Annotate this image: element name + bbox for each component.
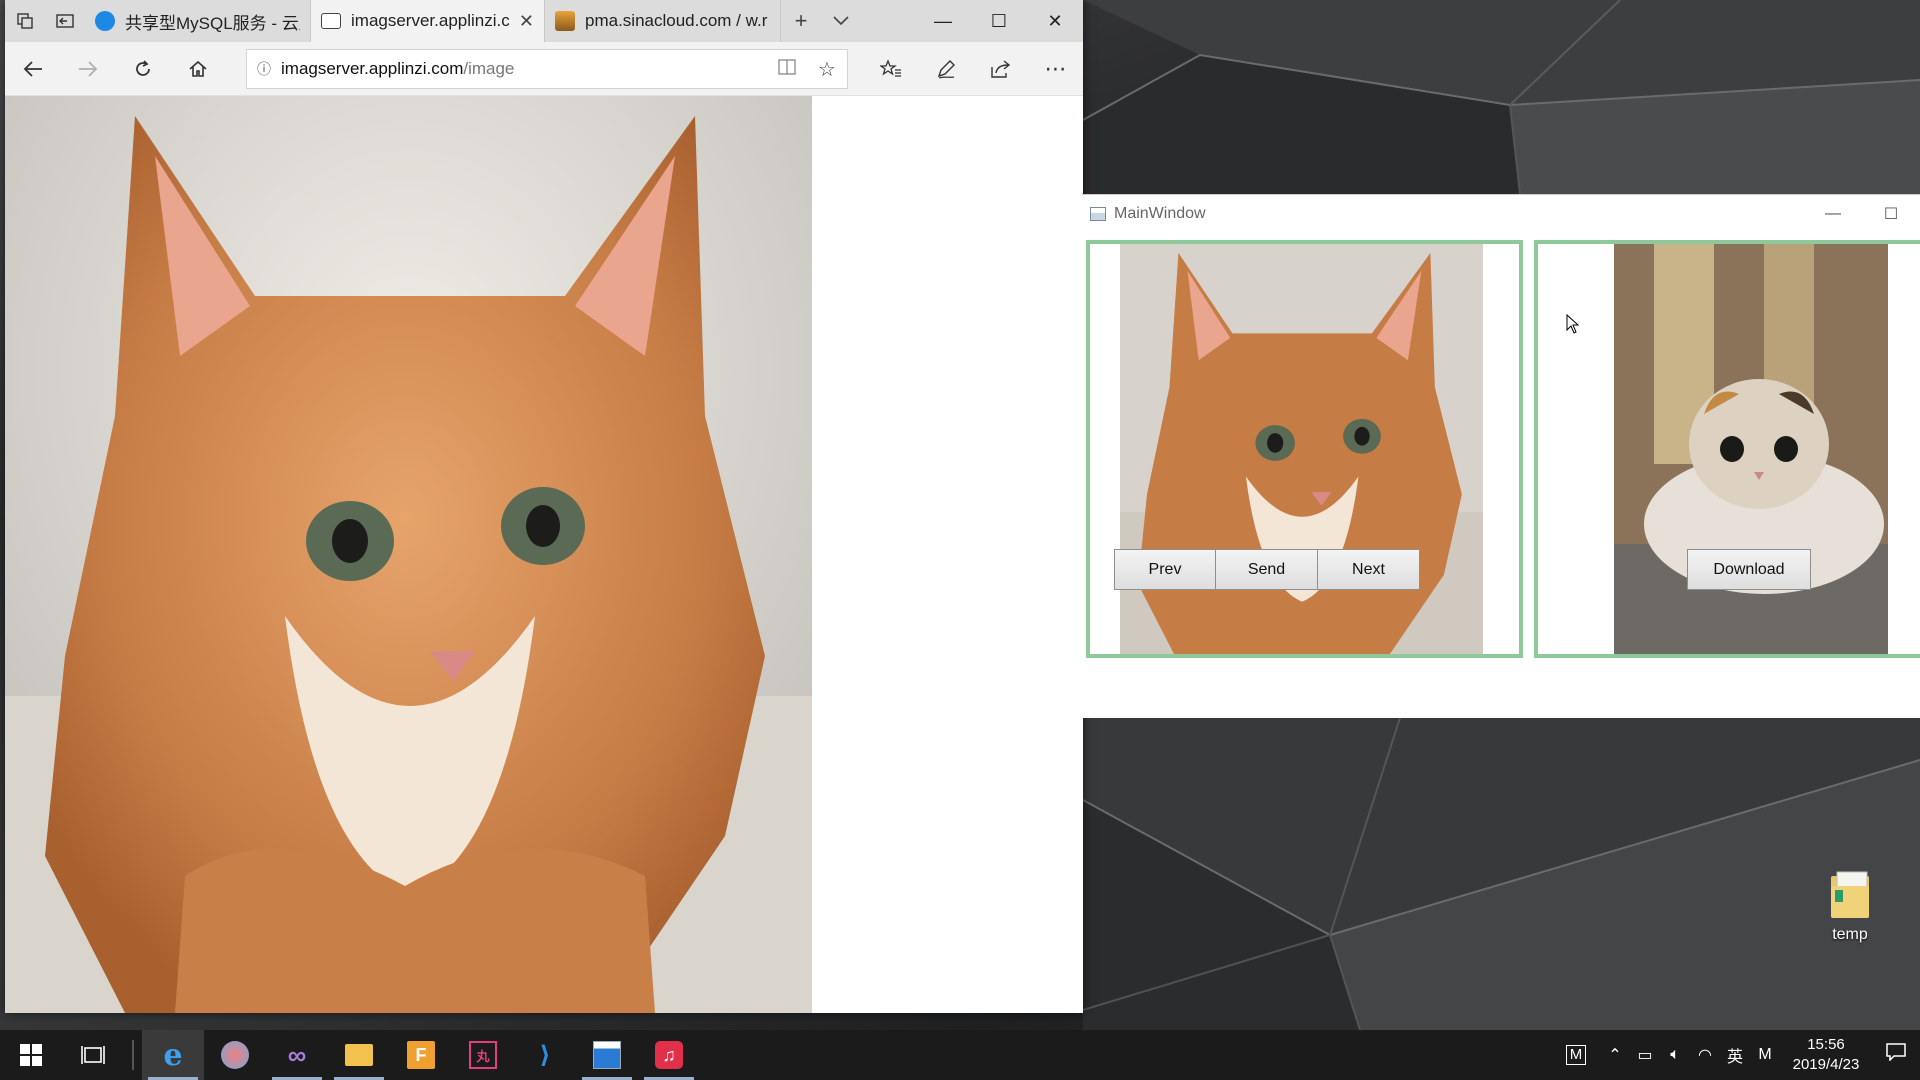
tab-bar: 共享型MySQL服务 - 云应 imagserver.applinzi.c ✕ …: [5, 0, 1083, 42]
favorites-hub-icon[interactable]: [863, 42, 918, 96]
taskbar-wpf-app[interactable]: [576, 1030, 638, 1080]
taskbar-app-paint[interactable]: [204, 1030, 266, 1080]
scottish-fold-thumbnail: [1614, 244, 1888, 654]
taskbar-foxit[interactable]: F: [390, 1030, 452, 1080]
battery-icon[interactable]: ▭: [1630, 1045, 1660, 1065]
home-icon[interactable]: [170, 42, 225, 96]
favorite-star-icon[interactable]: ☆: [807, 57, 847, 82]
tab-label: imagserver.applinzi.c: [351, 11, 509, 30]
clock-time: 15:56: [1807, 1036, 1845, 1053]
maximize-icon[interactable]: ☐: [1862, 195, 1920, 232]
pdf-app-icon: ♫: [655, 1041, 683, 1069]
folder-icon: [1829, 870, 1871, 920]
system-tray: M ⌃ ▭ 🔈︎ ◠ 英 M 15:56 2019/4/23: [1566, 1030, 1920, 1080]
task-view-icon[interactable]: [62, 1030, 124, 1080]
address-bar[interactable]: ⓘ imagserver.applinzi.com/image ☆: [246, 49, 848, 89]
close-tab-icon[interactable]: ✕: [519, 11, 534, 32]
mouse-cursor-icon: [1566, 314, 1580, 334]
main-window: MainWindow — ☐ Prev Send Next Download: [1082, 194, 1920, 718]
red-app-icon: 丸: [469, 1041, 497, 1069]
file-explorer-icon: [345, 1044, 373, 1066]
site-info-icon[interactable]: ⓘ: [247, 59, 281, 79]
result-image-frame: [1534, 240, 1920, 658]
ime-language-indicator[interactable]: 英: [1720, 1043, 1750, 1067]
paint-app-icon: [221, 1041, 249, 1069]
tab-label: 共享型MySQL服务 - 云应: [125, 13, 300, 33]
more-options-icon[interactable]: ⋯: [1028, 42, 1083, 96]
forward-icon[interactable]: [60, 42, 115, 96]
taskbar-visual-studio[interactable]: ∞: [266, 1030, 328, 1080]
visual-studio-icon: ∞: [287, 1039, 307, 1070]
desktop-icon-temp[interactable]: temp: [1815, 870, 1885, 944]
minimize-icon[interactable]: —: [1804, 195, 1862, 232]
clock[interactable]: 15:56 2019/4/23: [1780, 1035, 1872, 1075]
source-image-frame: [1086, 240, 1523, 658]
network-icon[interactable]: ◠: [1690, 1045, 1720, 1065]
cloud-favicon-icon: [95, 11, 115, 31]
vscode-icon: ⟩: [539, 1041, 551, 1069]
page-favicon-icon: [321, 13, 341, 29]
prev-button[interactable]: Prev: [1114, 549, 1216, 590]
tab-imagserver[interactable]: imagserver.applinzi.c ✕: [311, 0, 545, 42]
clock-date: 2019/4/23: [1792, 1056, 1860, 1073]
tab-mysql[interactable]: 共享型MySQL服务 - 云应: [85, 0, 311, 42]
edge-icon: e: [163, 1037, 183, 1073]
kitten-thumbnail: [1120, 244, 1483, 654]
new-tab-icon[interactable]: +: [781, 0, 821, 42]
taskbar-vscode[interactable]: ⟩: [514, 1030, 576, 1080]
taskbar-file-explorer[interactable]: [328, 1030, 390, 1080]
desktop-icon-label: temp: [1832, 926, 1868, 943]
url-text[interactable]: imagserver.applinzi.com/image: [281, 59, 767, 79]
taskbar-edge[interactable]: e: [142, 1030, 204, 1080]
app-icon: [1090, 206, 1106, 221]
url-host: imagserver.applinzi.com: [281, 59, 464, 78]
share-icon[interactable]: [973, 42, 1028, 96]
download-button[interactable]: Download: [1687, 549, 1811, 590]
refresh-icon[interactable]: [115, 42, 170, 96]
minimize-icon[interactable]: —: [915, 0, 971, 42]
action-center-icon[interactable]: [1872, 1043, 1920, 1067]
f-app-icon: F: [407, 1041, 435, 1069]
window-title: MainWindow: [1114, 204, 1206, 222]
show-hidden-icons-icon[interactable]: ⌃: [1600, 1045, 1630, 1065]
phpmyadmin-favicon-icon: [555, 11, 575, 31]
set-aside-tabs-icon[interactable]: [45, 0, 85, 42]
browser-window: 共享型MySQL服务 - 云应 imagserver.applinzi.c ✕ …: [5, 0, 1083, 1013]
window-app-icon: [593, 1041, 621, 1069]
ime-mode-indicator[interactable]: M: [1750, 1046, 1780, 1064]
volume-icon[interactable]: 🔈︎: [1660, 1046, 1690, 1064]
send-button[interactable]: Send: [1215, 549, 1318, 590]
window-titlebar: MainWindow — ☐: [1082, 195, 1920, 232]
taskbar: e ∞ F 丸 ⟩ ♫ M ⌃ ▭ 🔈︎ ◠ 英 M 15:56 2019/4/…: [0, 1030, 1920, 1080]
url-path: /image: [463, 59, 515, 78]
reading-view-icon[interactable]: [767, 58, 807, 81]
kitten-photo: [5, 96, 812, 1013]
web-note-pen-icon[interactable]: [918, 42, 973, 96]
nav-bar: ⓘ imagserver.applinzi.com/image ☆ ⋯: [5, 42, 1083, 96]
taskbar-app-red[interactable]: 丸: [452, 1030, 514, 1080]
tab-label: pma.sinacloud.com / w.r: [585, 11, 768, 30]
page-viewport: [5, 96, 1083, 1013]
tab-preview-chevron-icon[interactable]: [821, 0, 861, 42]
taskbar-pdf-app[interactable]: ♫: [638, 1030, 700, 1080]
next-button[interactable]: Next: [1317, 549, 1420, 590]
close-window-icon[interactable]: ✕: [1027, 0, 1083, 42]
windows-logo-icon: [20, 1044, 42, 1066]
tab-pma[interactable]: pma.sinacloud.com / w.r: [545, 0, 781, 42]
tab-manager-icon[interactable]: [5, 0, 45, 42]
start-button[interactable]: [0, 1030, 62, 1080]
back-icon[interactable]: [5, 42, 60, 96]
tray-m-icon[interactable]: M: [1566, 1045, 1586, 1065]
maximize-icon[interactable]: ☐: [971, 0, 1027, 42]
